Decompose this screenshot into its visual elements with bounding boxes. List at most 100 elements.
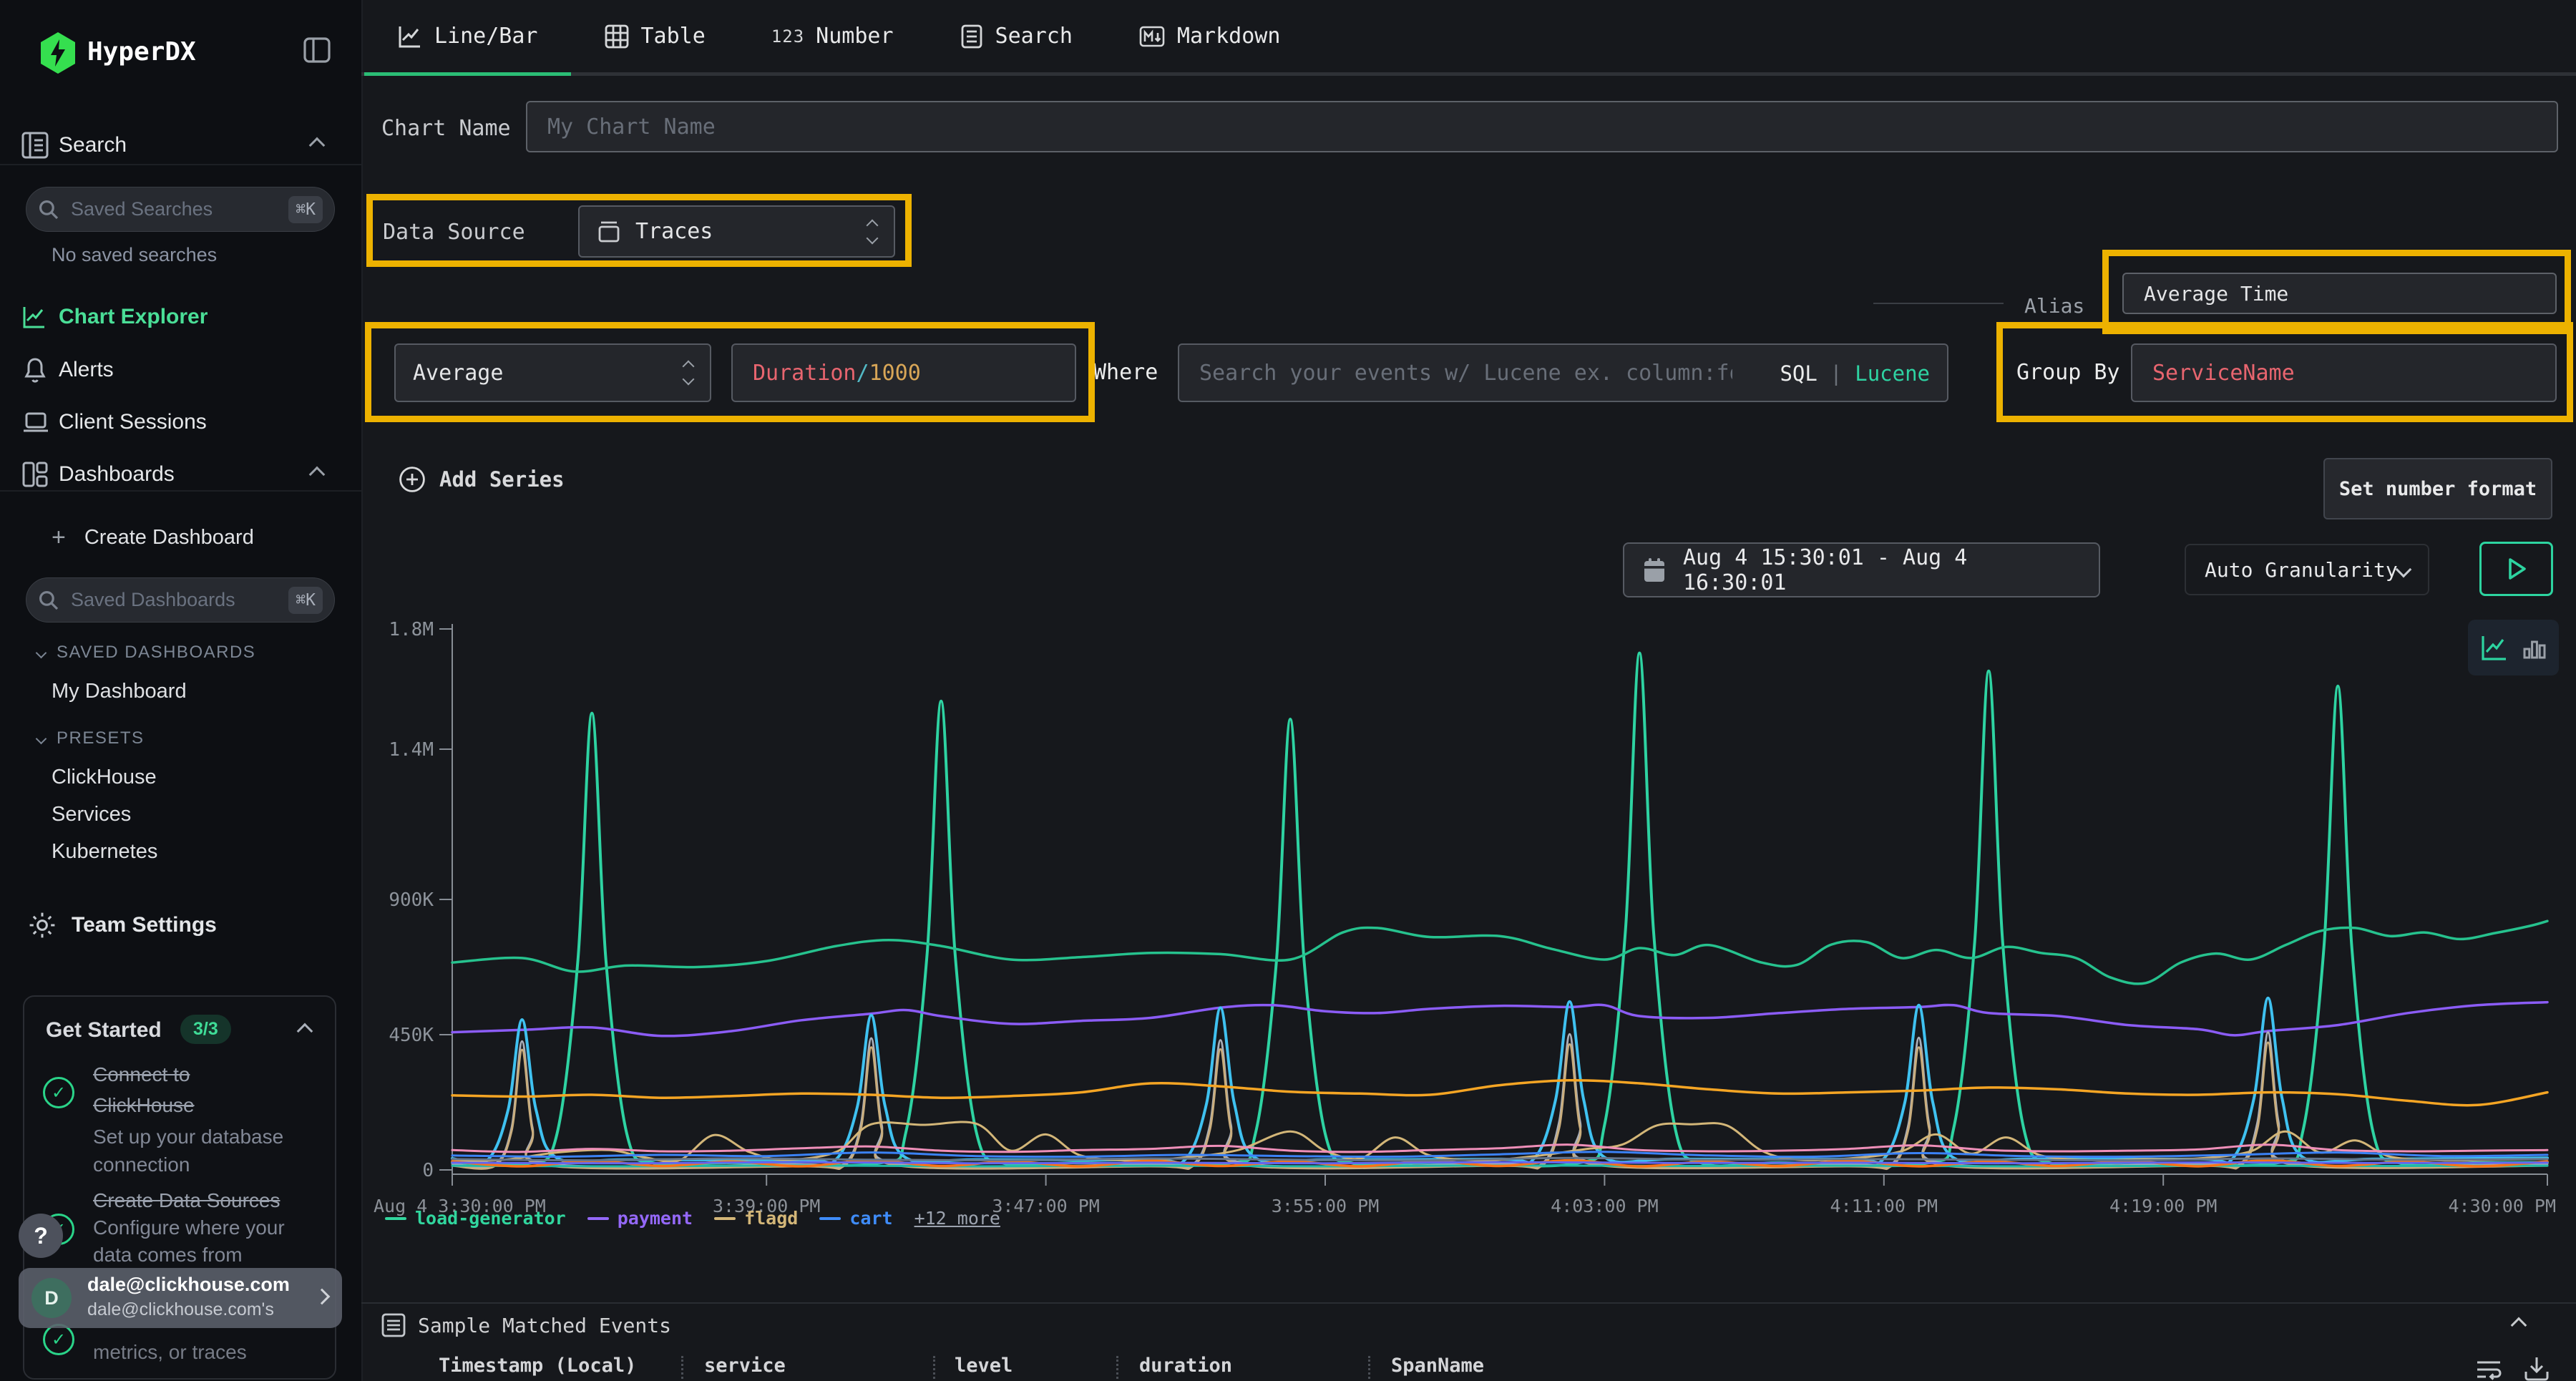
legend-swatch (819, 1217, 841, 1220)
expression-token: 1000 (869, 361, 921, 386)
legend-item--12-more[interactable]: +12 more (914, 1208, 1000, 1229)
avatar: D (31, 1278, 72, 1318)
field-expression-input[interactable]: Duration/1000 (731, 343, 1076, 402)
sidebar-item-services[interactable]: Services (52, 803, 131, 826)
sidebar-section-search[interactable]: Search (21, 123, 340, 167)
gear-icon (27, 910, 57, 940)
chevron-up-icon[interactable] (2511, 1317, 2527, 1334)
saved-dashboards-input[interactable]: ⌘K (26, 577, 335, 623)
saved-dashboards-field[interactable] (69, 588, 288, 612)
sidebar-item-client-sessions[interactable]: Client Sessions (21, 400, 340, 444)
series-unnamed (452, 1162, 2547, 1163)
group-label-saved-dashboards[interactable]: SAVED DASHBOARDS (37, 643, 255, 663)
group-by-input[interactable]: ServiceName (2131, 343, 2557, 402)
legend-swatch (385, 1217, 406, 1220)
chevron-down-icon (2396, 562, 2412, 578)
saved-searches-field[interactable] (69, 197, 288, 221)
query-language-toggle[interactable]: SQL | Lucene (1780, 361, 1930, 386)
get-started-item-desc: Configure where your (93, 1216, 285, 1239)
shortcut-badge: ⌘K (288, 587, 323, 614)
line-chart-icon (397, 24, 423, 49)
series-payment (452, 1002, 2547, 1036)
sidebar-item-kubernetes[interactable]: Kubernetes (52, 840, 157, 864)
saved-searches-input[interactable]: ⌘K (26, 187, 335, 232)
chart-line-icon (21, 304, 59, 330)
check-circle-icon: ✓ (43, 1324, 74, 1355)
column-separator (1368, 1356, 1370, 1379)
tab-label: Markdown (1177, 24, 1281, 49)
search-icon (38, 199, 59, 220)
column-header-duration[interactable]: duration (1139, 1355, 1232, 1377)
plus-icon: + (52, 524, 66, 552)
legend-item-cart: cart (819, 1208, 892, 1229)
search-icon (38, 590, 59, 611)
help-button[interactable]: ? (19, 1214, 63, 1258)
chevron-right-icon (314, 1289, 331, 1305)
aggregation-select[interactable]: Average (394, 343, 711, 402)
get-started-item-title: Create Data Sources (93, 1189, 280, 1212)
svg-text:900K: 900K (389, 889, 434, 911)
list-icon (381, 1312, 406, 1338)
markdown-icon (1138, 24, 1166, 49)
laptop-icon (21, 409, 59, 435)
legend-swatch (714, 1217, 736, 1220)
alias-connector-line (1873, 303, 2004, 304)
group-by-label: Group By (2016, 360, 2120, 385)
get-started-item-desc: Set up your database (93, 1126, 283, 1148)
series-load-generator (452, 653, 2547, 1166)
bell-icon (21, 356, 59, 384)
svg-text:4:30:00 PM: 4:30:00 PM (2448, 1196, 2556, 1216)
column-header-service[interactable]: service (704, 1355, 786, 1377)
download-icon[interactable] (2522, 1354, 2552, 1381)
tab-search[interactable]: Search (927, 0, 1106, 72)
tab-line-bar[interactable]: Line/Bar (364, 0, 571, 72)
dashboards-icon (21, 461, 59, 488)
chevron-up-icon[interactable] (297, 1023, 313, 1040)
column-separator (681, 1356, 683, 1379)
chevron-down-icon (36, 647, 47, 658)
where-label: Where (1093, 360, 1158, 385)
chart-name-input[interactable] (526, 101, 2558, 152)
column-header-spanname[interactable]: SpanName (1391, 1355, 1484, 1377)
alias-input[interactable] (2122, 273, 2557, 314)
wrap-text-icon[interactable] (2474, 1357, 2503, 1381)
sidebar-item-alerts[interactable]: Alerts (21, 348, 340, 392)
column-header-timestamp-local-[interactable]: Timestamp (Local) (439, 1355, 636, 1377)
search-panel-icon (21, 130, 59, 160)
sidebar-item-clickhouse[interactable]: ClickHouse (52, 766, 157, 789)
expression-token: / (857, 361, 869, 386)
team-settings-button[interactable]: Team Settings (27, 910, 217, 940)
group-label-presets[interactable]: PRESETS (37, 728, 145, 748)
sidebar-item-my-dashboard[interactable]: My Dashboard (52, 680, 187, 703)
select-chevrons-icon (684, 362, 693, 384)
play-icon (2506, 557, 2527, 581)
data-source-label: Data Source (383, 220, 525, 245)
tab-table[interactable]: Table (571, 0, 738, 72)
time-series-chart[interactable]: 0450K900K1.4M1.8MAug 4 3:30:00 PM3:39:00… (361, 580, 2576, 1245)
where-input-wrap: SQL | Lucene (1178, 343, 1948, 402)
column-header-level[interactable]: level (955, 1355, 1013, 1377)
sidebar-item-label: Chart Explorer (59, 305, 208, 329)
sidebar-item-chart-explorer[interactable]: Chart Explorer (21, 295, 340, 339)
expression-token: Duration (753, 361, 857, 386)
hyperdx-logo-icon (39, 32, 77, 74)
tab-label: Search (995, 24, 1073, 49)
no-saved-searches-label: No saved searches (52, 244, 217, 266)
chart-name-label: Chart Name (381, 116, 511, 141)
data-source-select[interactable]: Traces (578, 205, 895, 258)
series-unnamed (452, 921, 2547, 984)
legend-swatch (587, 1217, 609, 1220)
tab-markdown[interactable]: Markdown (1106, 0, 1314, 72)
set-number-format-button[interactable]: Set number format (2323, 458, 2552, 519)
chevron-up-icon (309, 467, 326, 483)
sidebar-collapse-icon[interactable] (303, 37, 331, 63)
chevron-up-icon (309, 137, 326, 154)
create-dashboard-button[interactable]: + Create Dashboard (52, 524, 254, 552)
column-separator (1116, 1356, 1118, 1379)
add-series-button[interactable]: Add Series (398, 465, 565, 494)
user-chip[interactable]: D dale@clickhouse.com dale@clickhouse.co… (19, 1268, 342, 1328)
get-started-title: Get Started (46, 1018, 162, 1043)
get-started-item-desc: data comes from (93, 1244, 243, 1267)
section-divider (361, 1302, 2576, 1304)
tab-number[interactable]: 123Number (738, 0, 927, 72)
